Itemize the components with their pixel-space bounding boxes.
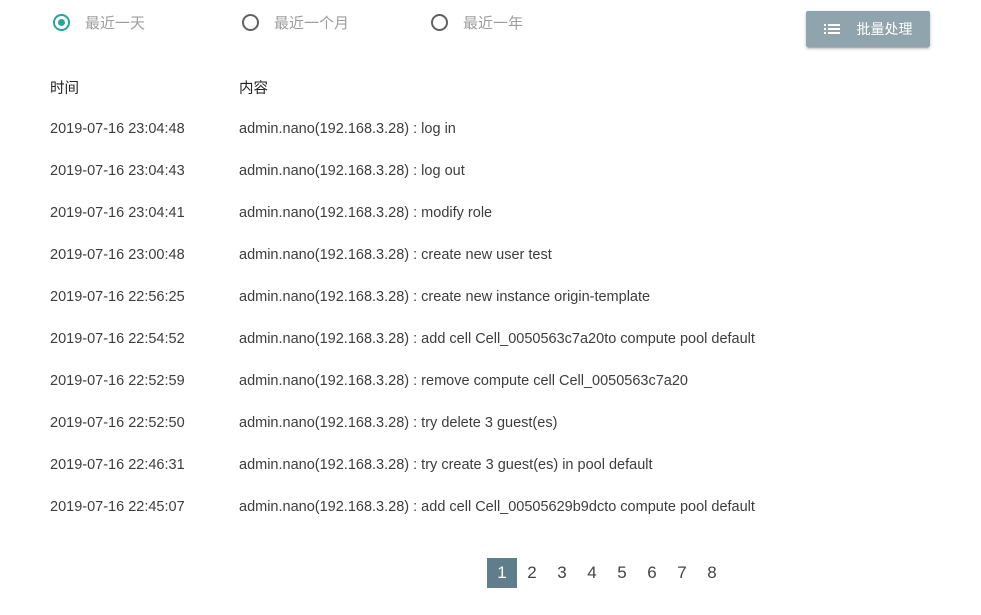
table-row: 2019-07-16 22:52:50 admin.nano(192.168.3…: [50, 402, 930, 444]
table-row: 2019-07-16 23:00:48 admin.nano(192.168.3…: [50, 234, 930, 276]
cell-content: admin.nano(192.168.3.28) : create new us…: [239, 247, 552, 263]
cell-content: admin.nano(192.168.3.28) : try delete 3 …: [239, 415, 558, 431]
cell-time: 2019-07-16 22:56:25: [50, 289, 185, 305]
page-1-button[interactable]: 1: [487, 558, 517, 588]
cell-time: 2019-07-16 23:00:48: [50, 247, 185, 263]
cell-time: 2019-07-16 22:45:07: [50, 499, 185, 515]
radio-last-day[interactable]: 最近一天: [53, 12, 145, 33]
column-header-time: 时间: [50, 80, 79, 97]
radio-unchecked-icon: [242, 14, 259, 31]
page-2-button[interactable]: 2: [517, 558, 547, 588]
pagination: 1 2 3 4 5 6 7 8: [487, 558, 727, 588]
batch-process-button[interactable]: 批量处理: [806, 11, 930, 47]
cell-content: admin.nano(192.168.3.28) : add cell Cell…: [239, 499, 755, 515]
cell-time: 2019-07-16 23:04:43: [50, 163, 185, 179]
table-row: 2019-07-16 22:45:07 admin.nano(192.168.3…: [50, 486, 930, 528]
radio-checked-icon: [53, 14, 70, 31]
cell-content: admin.nano(192.168.3.28) : try create 3 …: [239, 457, 653, 473]
list-icon: [823, 23, 840, 35]
cell-content: admin.nano(192.168.3.28) : log in: [239, 121, 456, 137]
table-row: 2019-07-16 23:04:48 admin.nano(192.168.3…: [50, 108, 930, 150]
page-5-button[interactable]: 5: [607, 558, 637, 588]
cell-content: admin.nano(192.168.3.28) : add cell Cell…: [239, 331, 755, 347]
cell-content: admin.nano(192.168.3.28) : log out: [239, 163, 465, 179]
page-8-button[interactable]: 8: [697, 558, 727, 588]
column-header-content: 内容: [239, 80, 268, 97]
cell-time: 2019-07-16 23:04:48: [50, 121, 185, 137]
cell-content: admin.nano(192.168.3.28) : create new in…: [239, 289, 651, 305]
page-7-button[interactable]: 7: [667, 558, 697, 588]
table-row: 2019-07-16 22:56:25 admin.nano(192.168.3…: [50, 276, 930, 318]
radio-last-month[interactable]: 最近一个月: [242, 12, 349, 33]
page-6-button[interactable]: 6: [637, 558, 667, 588]
table-header: 时间 内容: [50, 66, 930, 108]
operation-log-table: 时间 内容 2019-07-16 23:04:48 admin.nano(192…: [50, 66, 930, 528]
page-4-button[interactable]: 4: [577, 558, 607, 588]
table-row: 2019-07-16 22:52:59 admin.nano(192.168.3…: [50, 360, 930, 402]
cell-time: 2019-07-16 23:04:41: [50, 205, 185, 221]
cell-time: 2019-07-16 22:46:31: [50, 457, 185, 473]
table-row: 2019-07-16 22:46:31 admin.nano(192.168.3…: [50, 444, 930, 486]
cell-time: 2019-07-16 22:52:59: [50, 373, 185, 389]
radio-last-year[interactable]: 最近一年: [431, 12, 523, 33]
radio-label: 最近一天: [85, 15, 146, 32]
table-row: 2019-07-16 22:54:52 admin.nano(192.168.3…: [50, 318, 930, 360]
table-row: 2019-07-16 23:04:43 admin.nano(192.168.3…: [50, 150, 930, 192]
cell-time: 2019-07-16 22:54:52: [50, 331, 185, 347]
table-row: 2019-07-16 23:04:41 admin.nano(192.168.3…: [50, 192, 930, 234]
cell-content: admin.nano(192.168.3.28) : remove comput…: [239, 373, 688, 389]
radio-unchecked-icon: [431, 14, 448, 31]
cell-content: admin.nano(192.168.3.28) : modify role: [239, 205, 493, 221]
radio-label: 最近一个月: [274, 15, 350, 32]
page-3-button[interactable]: 3: [547, 558, 577, 588]
batch-process-label: 批量处理: [856, 21, 913, 37]
cell-time: 2019-07-16 22:52:50: [50, 415, 185, 431]
radio-label: 最近一年: [463, 15, 524, 32]
